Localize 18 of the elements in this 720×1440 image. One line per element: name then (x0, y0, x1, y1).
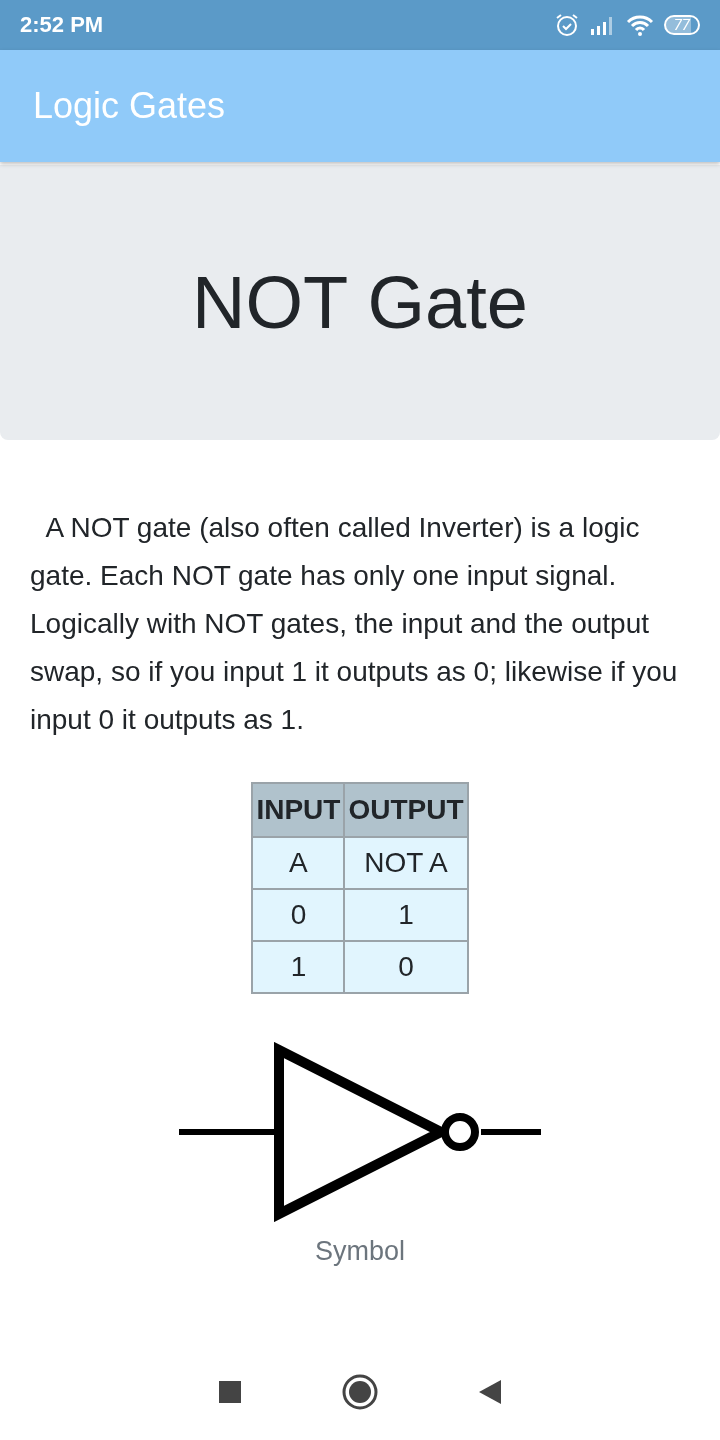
home-button[interactable] (342, 1374, 378, 1410)
page-title: NOT Gate (192, 260, 528, 345)
table-cell: 0 (344, 941, 468, 993)
description-paragraph: A NOT gate (also often called Inverter) is a logic gate. Each NOT gate has only one input signal. Logically with NOT gates, the input and the output swap, so if you input 1 it outputs as 0; likewise if you input 0 it outputs as 1. (30, 511, 679, 737)
wifi-icon (625, 14, 654, 36)
column-header: OUTPUT (344, 783, 468, 837)
table-cell: A (252, 837, 345, 889)
table-cell: 1 (344, 889, 468, 941)
status-time: 2:52 PM (20, 12, 104, 38)
recents-button[interactable] (218, 1380, 242, 1404)
table-cell: 0 (252, 889, 345, 941)
symbol-caption: Symbol (315, 1236, 405, 1267)
table-cell: 1 (252, 941, 345, 993)
table-cell: NOT A (344, 837, 468, 889)
battery-indicator: 77 (663, 15, 700, 35)
app-title: Logic Gates (33, 85, 226, 127)
column-header: INPUT (252, 783, 345, 837)
back-button[interactable] (478, 1379, 502, 1405)
